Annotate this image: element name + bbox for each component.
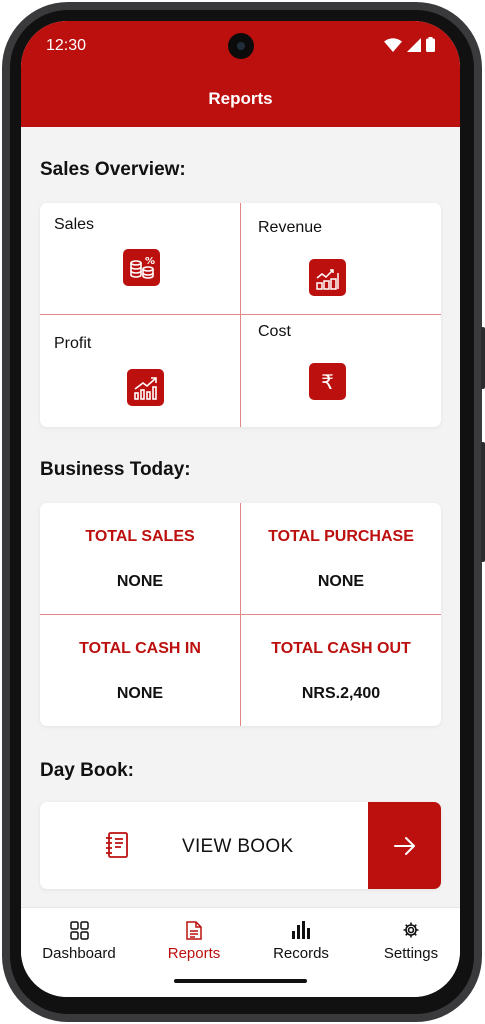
profit-chart-icon bbox=[127, 369, 164, 406]
total-cash-out-value: NRS.2,400 bbox=[301, 685, 381, 702]
overview-tile-profit[interactable]: Profit bbox=[40, 315, 240, 427]
view-book-label: VIEW BOOK bbox=[182, 836, 294, 857]
nav-item-reports[interactable]: Reports bbox=[139, 920, 249, 962]
total-cash-in-title: TOTAL CASH IN bbox=[79, 640, 201, 657]
nav-label: Records bbox=[273, 945, 329, 962]
page-title: Reports bbox=[208, 89, 273, 108]
overview-label: Cost bbox=[258, 323, 291, 340]
battery-icon bbox=[426, 37, 435, 52]
signal-icon bbox=[407, 37, 421, 52]
sales-overview-card: Sales % Revenue Profit Cost ₹ bbox=[40, 203, 441, 427]
app-header: 12:30 Reports bbox=[21, 21, 460, 127]
coins-percent-icon: % bbox=[123, 249, 160, 286]
business-today-card: TOTAL SALES NONE TOTAL PURCHASE NONE TOT… bbox=[40, 503, 441, 726]
arrow-right-button[interactable] bbox=[368, 802, 441, 889]
arrow-right-icon bbox=[393, 836, 415, 855]
total-sales-title: TOTAL SALES bbox=[85, 528, 195, 545]
overview-label: Sales bbox=[54, 216, 95, 233]
nav-label: Dashboard bbox=[42, 945, 116, 962]
total-cash-out-title: TOTAL CASH OUT bbox=[271, 640, 411, 657]
day-book-heading: Day Book: bbox=[40, 760, 134, 781]
svg-text:%: % bbox=[145, 256, 155, 267]
rupee-icon: ₹ bbox=[309, 363, 346, 400]
nav-item-dashboard[interactable]: Dashboard bbox=[24, 920, 134, 962]
overview-tile-revenue[interactable]: Revenue bbox=[241, 203, 441, 314]
notebook-icon bbox=[106, 832, 128, 858]
nav-item-records[interactable]: Records bbox=[246, 920, 356, 962]
view-book-button[interactable]: VIEW BOOK bbox=[40, 802, 441, 889]
business-today-heading: Business Today: bbox=[40, 459, 191, 480]
document-icon bbox=[186, 920, 202, 940]
status-time: 12:30 bbox=[46, 37, 87, 54]
nav-item-settings[interactable]: Settings bbox=[356, 920, 460, 962]
nav-label: Reports bbox=[167, 945, 221, 962]
total-purchase-title: TOTAL PURCHASE bbox=[268, 528, 414, 545]
overview-tile-cost[interactable]: Cost ₹ bbox=[241, 315, 441, 427]
overview-tile-sales[interactable]: Sales % bbox=[40, 203, 240, 314]
power-button bbox=[481, 327, 485, 389]
grid-icon bbox=[69, 920, 89, 940]
divider bbox=[40, 614, 441, 615]
revenue-chart-icon bbox=[309, 259, 346, 296]
home-indicator bbox=[174, 979, 307, 983]
overview-label: Revenue bbox=[258, 219, 323, 236]
nav-label: Settings bbox=[383, 945, 439, 962]
app-screen: 12:30 Reports Sales Overview: Sales % Re… bbox=[21, 21, 460, 997]
total-sales-value: NONE bbox=[116, 573, 164, 590]
gear-icon bbox=[403, 922, 419, 938]
bottom-navigation: Dashboard Reports Records Settings bbox=[21, 907, 460, 997]
front-camera bbox=[228, 33, 254, 59]
bar-chart-icon bbox=[292, 921, 310, 939]
status-icons bbox=[384, 37, 435, 52]
wifi-icon bbox=[384, 37, 402, 52]
overview-label: Profit bbox=[54, 335, 92, 352]
total-cash-in-value: NONE bbox=[116, 685, 164, 702]
volume-button bbox=[481, 442, 485, 562]
total-purchase-value: NONE bbox=[317, 573, 365, 590]
sales-overview-heading: Sales Overview: bbox=[40, 159, 186, 180]
